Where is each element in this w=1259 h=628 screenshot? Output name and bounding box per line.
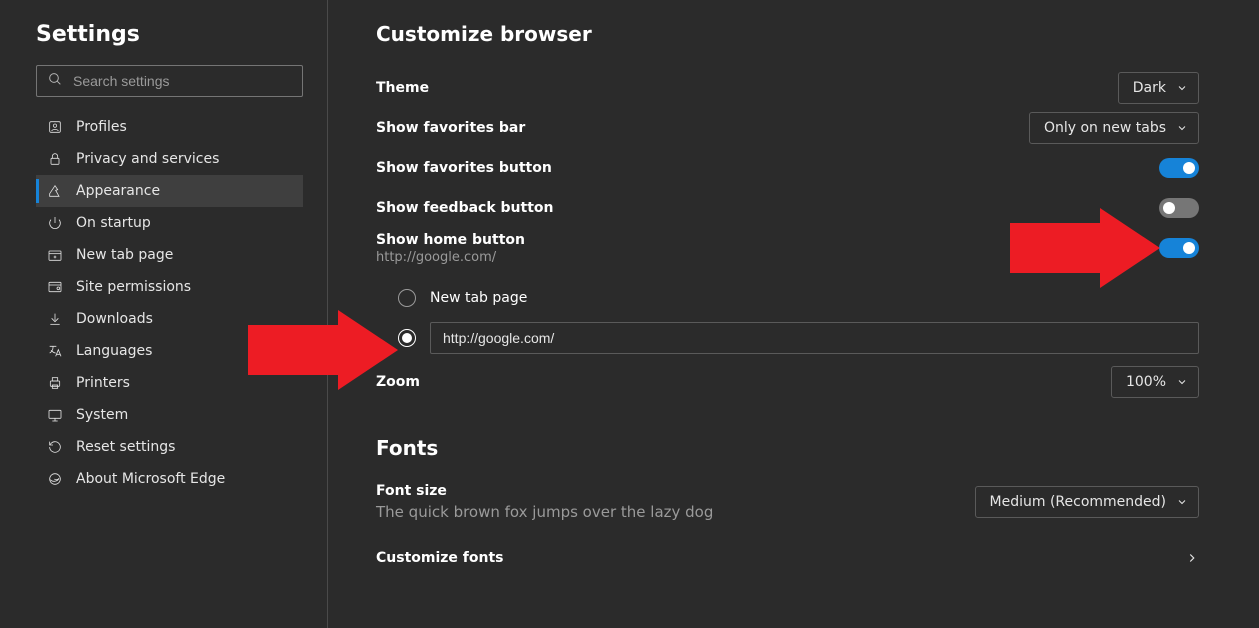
sidebar-item-label: Appearance (76, 183, 160, 199)
sidebar-item-privacy[interactable]: Privacy and services (36, 143, 303, 175)
theme-label: Theme (376, 80, 429, 96)
chevron-down-icon (1176, 376, 1188, 388)
favorites-button-label: Show favorites button (376, 160, 552, 176)
search-icon (47, 71, 63, 91)
customize-heading: Customize browser (376, 22, 1199, 46)
sidebar-item-label: About Microsoft Edge (76, 471, 225, 487)
chevron-down-icon (1176, 122, 1188, 134)
favorites-bar-label: Show favorites bar (376, 120, 525, 136)
home-button-toggle[interactable] (1159, 238, 1199, 258)
sidebar-item-label: Printers (76, 375, 130, 391)
home-radio-newtab-label: New tab page (430, 290, 527, 306)
sidebar-item-label: Privacy and services (76, 151, 219, 167)
zoom-dropdown[interactable]: 100% (1111, 366, 1199, 398)
home-url-input[interactable] (430, 322, 1199, 354)
profile-icon (46, 118, 64, 136)
feedback-button-label: Show feedback button (376, 200, 554, 216)
theme-value: Dark (1133, 80, 1166, 96)
home-radio-url[interactable] (398, 329, 416, 347)
appearance-icon (46, 182, 64, 200)
zoom-value: 100% (1126, 374, 1166, 390)
home-button-label: Show home button (376, 232, 525, 248)
fonts-heading: Fonts (376, 436, 1199, 460)
chevron-down-icon (1176, 496, 1188, 508)
reset-icon (46, 438, 64, 456)
search-settings[interactable] (36, 65, 303, 97)
favorites-bar-value: Only on new tabs (1044, 120, 1166, 136)
sidebar-item-newtab[interactable]: New tab page (36, 239, 303, 271)
settings-sidebar: Settings Profiles Privacy and services A… (0, 0, 328, 628)
sidebar-item-appearance[interactable]: Appearance (36, 175, 303, 207)
permissions-icon (46, 278, 64, 296)
customize-fonts-label: Customize fonts (376, 550, 504, 566)
sidebar-item-languages[interactable]: Languages (36, 335, 303, 367)
settings-main: Customize browser Theme Dark Show favori… (328, 0, 1259, 628)
settings-title: Settings (0, 22, 327, 65)
system-icon (46, 406, 64, 424)
sidebar-item-label: System (76, 407, 128, 423)
favorites-button-toggle[interactable] (1159, 158, 1199, 178)
font-size-dropdown[interactable]: Medium (Recommended) (975, 486, 1199, 518)
lock-icon (46, 150, 64, 168)
chevron-right-icon (1185, 551, 1199, 565)
feedback-button-toggle[interactable] (1159, 198, 1199, 218)
zoom-label: Zoom (376, 374, 420, 390)
sidebar-item-label: Reset settings (76, 439, 175, 455)
printer-icon (46, 374, 64, 392)
edge-icon (46, 470, 64, 488)
sidebar-item-profiles[interactable]: Profiles (36, 111, 303, 143)
newtab-icon (46, 246, 64, 264)
power-icon (46, 214, 64, 232)
search-input[interactable] (73, 73, 292, 89)
download-icon (46, 310, 64, 328)
favorites-bar-dropdown[interactable]: Only on new tabs (1029, 112, 1199, 144)
sidebar-item-sitepermissions[interactable]: Site permissions (36, 271, 303, 303)
chevron-down-icon (1176, 82, 1188, 94)
home-button-sub: http://google.com/ (376, 250, 525, 265)
sidebar-item-downloads[interactable]: Downloads (36, 303, 303, 335)
sidebar-item-label: Downloads (76, 311, 153, 327)
theme-dropdown[interactable]: Dark (1118, 72, 1199, 104)
sidebar-item-label: Profiles (76, 119, 127, 135)
sidebar-item-label: Site permissions (76, 279, 191, 295)
customize-fonts-row[interactable]: Customize fonts (376, 538, 1199, 578)
font-preview: The quick brown fox jumps over the lazy … (376, 503, 713, 521)
font-size-value: Medium (Recommended) (990, 494, 1166, 510)
language-icon (46, 342, 64, 360)
sidebar-item-label: On startup (76, 215, 151, 231)
font-size-label: Font size (376, 483, 713, 499)
sidebar-item-label: New tab page (76, 247, 173, 263)
home-radio-newtab[interactable] (398, 289, 416, 307)
sidebar-item-reset[interactable]: Reset settings (36, 431, 303, 463)
sidebar-item-about[interactable]: About Microsoft Edge (36, 463, 303, 495)
sidebar-item-system[interactable]: System (36, 399, 303, 431)
sidebar-item-startup[interactable]: On startup (36, 207, 303, 239)
sidebar-item-printers[interactable]: Printers (36, 367, 303, 399)
sidebar-item-label: Languages (76, 343, 152, 359)
